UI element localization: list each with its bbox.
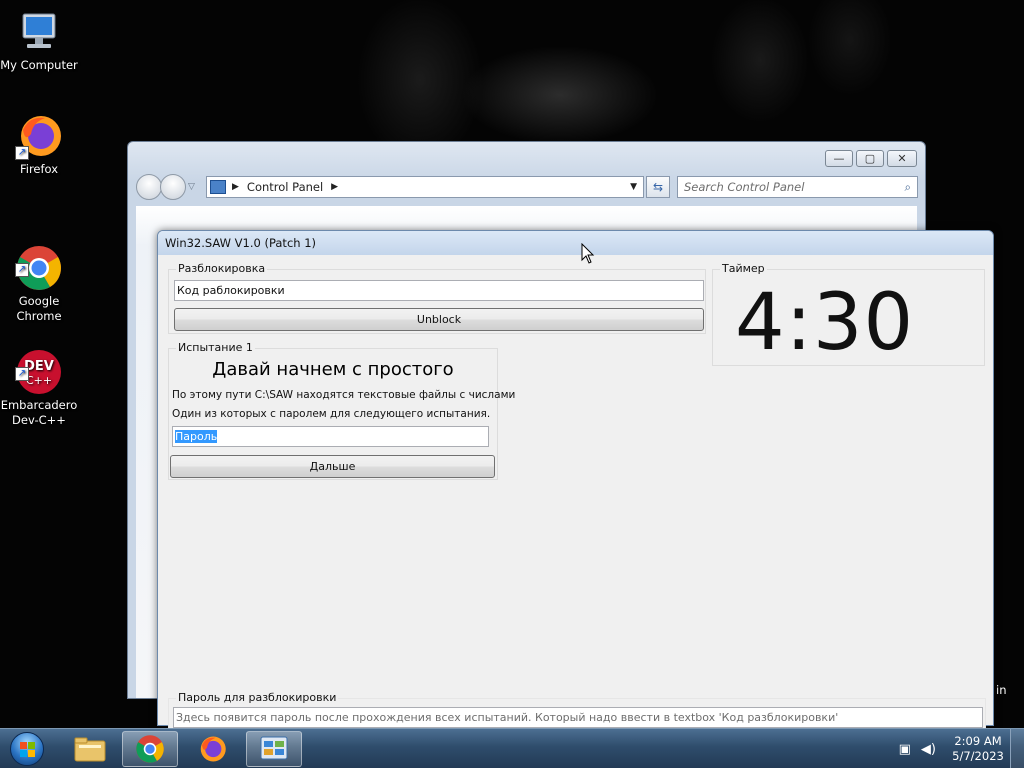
chrome-icon (136, 735, 164, 763)
shortcut-arrow-icon: ↗ (15, 263, 29, 277)
desktop-edge-text: in (996, 683, 1007, 697)
maximize-button[interactable]: ▢ (856, 150, 884, 167)
breadcrumb-arrow-icon[interactable]: ▶ (331, 182, 338, 192)
taskbar-chrome[interactable] (122, 731, 178, 767)
system-tray: ▣ ◀) 2:09 AM 5/7/2023 (899, 729, 1024, 768)
show-desktop-button[interactable] (1010, 729, 1024, 768)
search-placeholder: Search Control Panel (684, 180, 805, 194)
desktop-icon-label: Embarcadero Dev-C++ (0, 398, 78, 427)
minimize-icon: — (833, 152, 845, 165)
timer-display: 4:30 (735, 278, 915, 368)
desktop-icon-firefox[interactable]: ↗ Firefox (0, 112, 78, 177)
clock-time: 2:09 AM (954, 734, 1002, 748)
desktop-icon-devcpp[interactable]: DEV C++ ↗ Embarcadero Dev-C++ (0, 318, 78, 443)
minimize-button[interactable]: — (825, 150, 853, 167)
taskbar-control-panel[interactable] (246, 731, 302, 767)
recent-pages-icon[interactable]: ▽ (188, 182, 195, 192)
next-button[interactable]: Дальше (170, 455, 495, 478)
maximize-icon: ▢ (864, 152, 876, 165)
saw-window[interactable]: Win32.SAW V1.0 (Patch 1) Разблокировка К… (157, 230, 994, 729)
refresh-button[interactable]: ⇆ (646, 176, 670, 198)
unblock-button[interactable]: Unblock (174, 308, 704, 331)
taskbar-firefox[interactable] (184, 731, 240, 767)
test-instruction-line2: Один из которых с паролем для следующего… (172, 408, 491, 420)
unblock-group-label: Разблокировка (176, 262, 268, 275)
devcpp-icon: DEV C++ ↗ (15, 333, 63, 394)
computer-icon (15, 8, 63, 56)
forward-button[interactable] (160, 174, 186, 200)
password-input-value: Пароль (175, 430, 218, 443)
clock-date: 5/7/2023 (952, 749, 1004, 763)
chrome-icon: ↗ (15, 229, 63, 290)
refresh-icon: ⇆ (652, 180, 664, 194)
timer-group: Таймер 4:30 (712, 262, 985, 368)
breadcrumb-control-panel[interactable]: Control Panel (247, 180, 323, 194)
start-button[interactable] (4, 730, 50, 768)
unlock-password-field[interactable]: Здесь появится пароль после прохождения … (173, 707, 983, 728)
back-button[interactable] (136, 174, 162, 200)
firefox-icon: ↗ (15, 112, 63, 160)
test-group-label: Испытание 1 (176, 341, 255, 354)
test-group: Испытание 1 Давай начнем с простого По э… (168, 341, 515, 480)
saw-title: Win32.SAW V1.0 (Patch 1) (158, 231, 993, 255)
search-icon[interactable]: ⌕ (905, 180, 911, 195)
shortcut-arrow-icon: ↗ (15, 146, 29, 160)
close-icon: ✕ (897, 152, 907, 165)
password-group: Пароль для разблокировки Здесь появится … (168, 691, 986, 729)
desktop-icon-label: My Computer (0, 58, 78, 72)
desktop-icon-label: Firefox (19, 162, 59, 176)
clock[interactable]: 2:09 AM 5/7/2023 (946, 734, 1010, 764)
close-button[interactable]: ✕ (887, 150, 917, 167)
folder-icon (74, 737, 106, 762)
volume-icon[interactable]: ◀) (921, 742, 936, 757)
address-bar[interactable]: ▶ Control Panel ▶ ▼ (206, 176, 644, 198)
breadcrumb-arrow-icon: ▶ (232, 182, 239, 192)
unblock-group: Разблокировка Код раблокировки Unblock (168, 262, 706, 334)
control-panel-icon (210, 180, 226, 194)
firefox-icon (200, 736, 226, 762)
unblock-code-input[interactable]: Код раблокировки (174, 280, 704, 301)
timer-group-label: Таймер (720, 262, 767, 275)
test-instruction-line1: По этому пути C:\SAW находятся текстовые… (172, 389, 516, 401)
network-icon[interactable]: ▣ (899, 742, 911, 757)
mouse-cursor-icon (581, 243, 595, 264)
svg-text:C++: C++ (26, 374, 52, 387)
nav-buttons: ▽ (136, 174, 195, 200)
password-input[interactable]: Пароль (172, 426, 489, 447)
password-group-label: Пароль для разблокировки (176, 691, 339, 704)
saw-client-area: Разблокировка Код раблокировки Unblock Т… (159, 255, 992, 729)
taskbar-explorer[interactable] (62, 731, 118, 767)
caption-buttons: — ▢ ✕ (825, 150, 917, 167)
desktop-icon-my-computer[interactable]: My Computer (0, 8, 78, 73)
taskbar: ▣ ◀) 2:09 AM 5/7/2023 (0, 728, 1024, 768)
test-heading: Давай начнем с простого (212, 359, 454, 380)
search-box[interactable]: Search Control Panel ⌕ (677, 176, 918, 198)
shortcut-arrow-icon: ↗ (15, 367, 29, 381)
control-panel-icon (260, 736, 288, 760)
address-dropdown-icon[interactable]: ▼ (630, 182, 637, 192)
windows-logo-icon (10, 732, 44, 766)
